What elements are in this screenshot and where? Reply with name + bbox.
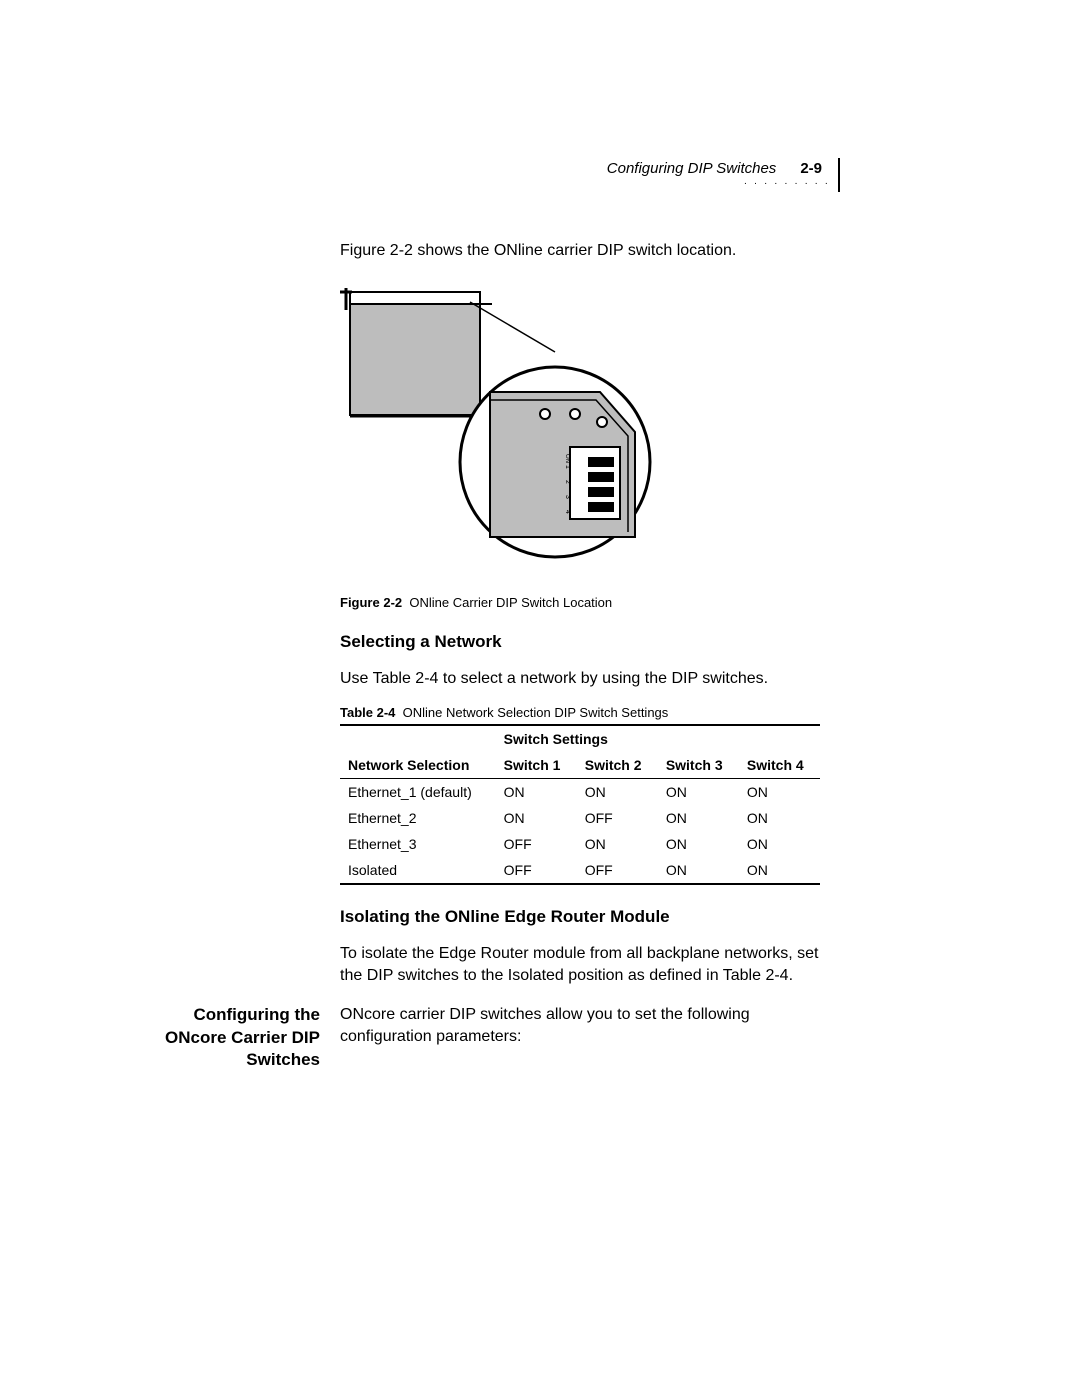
- table-caption-text: ONline Network Selection DIP Switch Sett…: [403, 705, 669, 720]
- svg-text:ON: ON: [564, 454, 570, 463]
- dip-switch-diagram-icon: ON 1 2 3 4: [340, 282, 660, 582]
- svg-text:4: 4: [564, 510, 571, 514]
- svg-text:2: 2: [564, 480, 571, 484]
- main-content: Figure 2-2 shows the ONline carrier DIP …: [340, 240, 820, 1048]
- col-switch3: Switch 3: [658, 752, 739, 779]
- figure-caption: Figure 2-2 ONline Carrier DIP Switch Loc…: [340, 595, 820, 610]
- heading-isolating: Isolating the ONline Edge Router Module: [340, 907, 820, 927]
- header-rule: [838, 158, 840, 192]
- table-group-header: Switch Settings: [496, 725, 820, 752]
- col-switch1: Switch 1: [496, 752, 577, 779]
- para-oncore: ONcore carrier DIP switches allow you to…: [340, 1004, 820, 1049]
- figure-caption-text: ONline Carrier DIP Switch Location: [409, 595, 612, 610]
- col-network: Network Selection: [340, 752, 496, 779]
- para-isolating: To isolate the Edge Router module from a…: [340, 943, 820, 988]
- header-dots-icon: · · · · · · · · ·: [744, 178, 830, 189]
- svg-text:3: 3: [564, 495, 571, 499]
- heading-selecting-network: Selecting a Network: [340, 632, 820, 652]
- table-row: Ethernet_1 (default) ON ON ON ON: [340, 778, 820, 805]
- col-switch4: Switch 4: [739, 752, 820, 779]
- svg-text:1: 1: [564, 465, 571, 469]
- table-row: Isolated OFF OFF ON ON: [340, 857, 820, 884]
- header-page-number: 2-9: [800, 160, 822, 177]
- para-selecting-network: Use Table 2-4 to select a network by usi…: [340, 668, 820, 690]
- figure-2-2: ON 1 2 3 4 Figure 2-2 ONline Carrier DIP…: [340, 282, 820, 610]
- col-switch2: Switch 2: [577, 752, 658, 779]
- figure-label: Figure 2-2: [340, 595, 402, 610]
- table-row: Ethernet_3 OFF ON ON ON: [340, 831, 820, 857]
- table-caption: Table 2-4 ONline Network Selection DIP S…: [340, 705, 820, 720]
- running-header: Configuring DIP Switches 2-9: [607, 160, 830, 177]
- table-row: Ethernet_2 ON OFF ON ON: [340, 805, 820, 831]
- side-heading-oncore: Configuring the ONcore Carrier DIP Switc…: [150, 1004, 320, 1073]
- intro-paragraph: Figure 2-2 shows the ONline carrier DIP …: [340, 240, 820, 262]
- table-label: Table 2-4: [340, 705, 395, 720]
- header-title: Configuring DIP Switches: [607, 160, 777, 177]
- document-page: Configuring DIP Switches 2-9 · · · · · ·…: [0, 0, 1080, 1397]
- dip-switch-table: Switch Settings Network Selection Switch…: [340, 724, 820, 885]
